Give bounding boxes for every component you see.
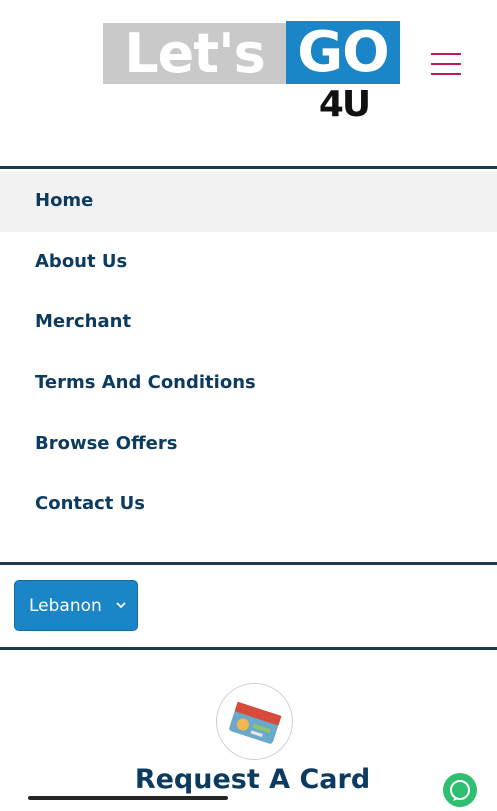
bottom-bar <box>28 796 228 800</box>
logo-go-text: GO <box>286 21 400 84</box>
request-card-illustration <box>229 701 282 744</box>
nav-item-about-us[interactable]: About Us <box>0 232 497 293</box>
whatsapp-glyph <box>450 780 470 801</box>
site-logo[interactable]: Let's GO 4U <box>103 21 400 125</box>
request-card-title: Request A Card <box>134 764 371 795</box>
nav-item-browse-offers[interactable]: Browse Offers <box>0 414 497 475</box>
nav-item-terms-and-conditions[interactable]: Terms And Conditions <box>0 353 497 414</box>
site-header: Let's GO 4U <box>0 0 497 165</box>
hamburger-menu-icon[interactable] <box>431 53 461 75</box>
chevron-down-icon <box>116 602 126 609</box>
nav-bottom-divider <box>0 562 497 565</box>
country-select-value: Lebanon <box>29 596 102 616</box>
country-divider <box>0 647 497 650</box>
main-nav: Home About Us Merchant Terms And Conditi… <box>0 171 497 535</box>
nav-top-divider <box>0 166 497 169</box>
logo-4u-text: 4U <box>318 84 371 125</box>
nav-item-home[interactable]: Home <box>0 171 497 232</box>
nav-item-merchant[interactable]: Merchant <box>0 292 497 353</box>
logo-lets-text: Let's <box>103 23 286 84</box>
country-select[interactable]: Lebanon <box>14 580 138 631</box>
whatsapp-icon[interactable] <box>443 773 477 807</box>
nav-item-contact-us[interactable]: Contact Us <box>0 474 497 535</box>
request-card-image[interactable] <box>216 683 293 760</box>
